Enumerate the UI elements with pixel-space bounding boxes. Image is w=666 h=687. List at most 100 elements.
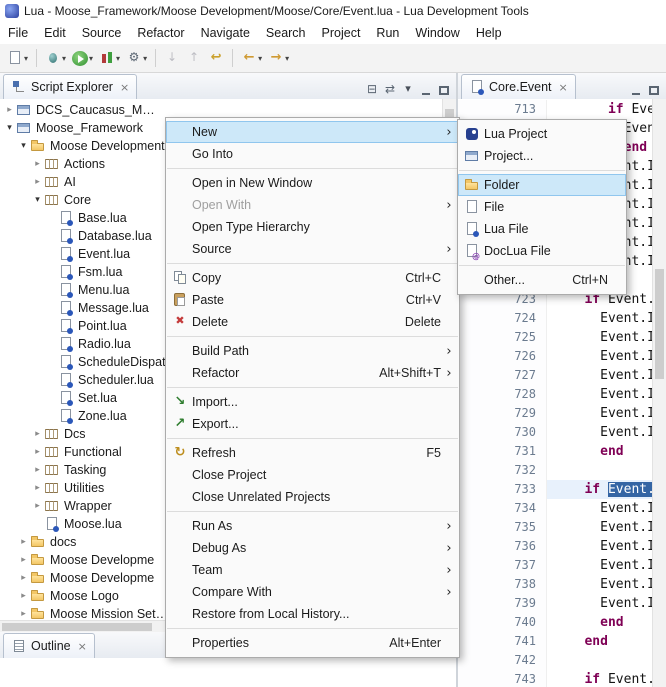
collapsed-arrow-icon[interactable]: ▸ (3, 105, 16, 115)
tree-item[interactable]: ▸Tasking (0, 461, 183, 479)
menu-item-other[interactable]: Other...Ctrl+N (458, 269, 626, 291)
menu-item-run-as[interactable]: Run As› (166, 515, 459, 537)
menubar-item-window[interactable]: Window (407, 24, 467, 42)
menu-item-doclua-file[interactable]: DocLua File (458, 240, 626, 262)
scrollbar-thumb[interactable] (655, 269, 664, 379)
tree-item[interactable]: ▸Moose Developme (0, 569, 169, 587)
menu-item-go-into[interactable]: Go Into (166, 143, 459, 165)
menu-item-open-in-new-window[interactable]: Open in New Window (166, 172, 459, 194)
menu-item-copy[interactable]: CopyCtrl+C (166, 267, 459, 289)
menu-item-refactor[interactable]: RefactorAlt+Shift+T› (166, 362, 459, 384)
minimize-button[interactable] (627, 81, 645, 99)
collapsed-arrow-icon[interactable]: ▸ (31, 177, 44, 187)
tree-item[interactable]: ▸Functional (0, 443, 183, 461)
code-line[interactable]: 739 Event.Ini (458, 594, 666, 613)
collapsed-arrow-icon[interactable]: ▸ (17, 591, 30, 601)
menubar-item-file[interactable]: File (0, 24, 36, 42)
close-icon[interactable] (78, 640, 87, 653)
external-tools-button-dropdown[interactable]: ▾ (143, 54, 147, 63)
menu-item-lua-project[interactable]: Lua Project (458, 123, 626, 145)
menu-item-build-path[interactable]: Build Path› (166, 340, 459, 362)
menubar-item-edit[interactable]: Edit (36, 24, 74, 42)
collapsed-arrow-icon[interactable]: ▸ (31, 447, 44, 457)
tree-item[interactable]: ▸Dcs (0, 425, 183, 443)
menu-item-source[interactable]: Source› (166, 238, 459, 260)
expanded-arrow-icon[interactable]: ▾ (17, 141, 30, 151)
menu-item-close-unrelated-projects[interactable]: Close Unrelated Projects (166, 486, 459, 508)
new-wizard-button-dropdown[interactable]: ▾ (24, 54, 28, 63)
menubar-item-run[interactable]: Run (368, 24, 407, 42)
collapsed-arrow-icon[interactable]: ▸ (17, 537, 30, 547)
last-edit-location-button[interactable] (206, 49, 226, 67)
run-button-dropdown[interactable]: ▾ (89, 54, 93, 63)
tree-item[interactable]: ▸Wrapper (0, 497, 183, 515)
tree-item[interactable]: ▾Core (0, 191, 183, 209)
code-line[interactable]: 742 (458, 651, 666, 670)
minimize-button[interactable] (417, 81, 435, 99)
menubar-item-search[interactable]: Search (258, 24, 314, 42)
debug-button-dropdown[interactable]: ▾ (62, 54, 66, 63)
tree-item[interactable]: ▸AI (0, 173, 183, 191)
code-line[interactable]: 728 Event.Ini (458, 385, 666, 404)
link-with-editor-button[interactable] (381, 81, 399, 99)
code-line[interactable]: 727 Event.Ini (458, 366, 666, 385)
maximize-button[interactable] (435, 81, 453, 99)
code-line[interactable]: 729 Event.Ini (458, 404, 666, 423)
close-icon[interactable] (120, 81, 129, 94)
code-line[interactable]: 713 if Event (458, 100, 666, 119)
menu-item-debug-as[interactable]: Debug As› (166, 537, 459, 559)
menubar-item-source[interactable]: Source (74, 24, 130, 42)
code-line[interactable]: 726 Event.Ini (458, 347, 666, 366)
menu-item-restore-from-local-history[interactable]: Restore from Local History... (166, 603, 459, 625)
tab-core-event[interactable]: Core.Event (461, 74, 576, 99)
coverage-button-dropdown[interactable]: ▾ (116, 54, 120, 63)
run-button[interactable]: ▾ (70, 50, 95, 67)
menu-item-properties[interactable]: PropertiesAlt+Enter (166, 632, 459, 654)
menu-item-import[interactable]: Import... (166, 391, 459, 413)
code-line[interactable]: 734 Event.Ini (458, 499, 666, 518)
collapsed-arrow-icon[interactable]: ▸ (17, 573, 30, 583)
menu-item-team[interactable]: Team› (166, 559, 459, 581)
menu-item-compare-with[interactable]: Compare With› (166, 581, 459, 603)
code-line[interactable]: 732 (458, 461, 666, 480)
tree-item[interactable]: ▾Moose_Framework (0, 119, 155, 137)
menu-item-export[interactable]: Export... (166, 413, 459, 435)
code-line[interactable]: 731 end (458, 442, 666, 461)
menu-item-open-type-hierarchy[interactable]: Open Type Hierarchy (166, 216, 459, 238)
collapsed-arrow-icon[interactable]: ▸ (17, 609, 30, 619)
view-menu-button[interactable] (399, 81, 417, 99)
maximize-button[interactable] (645, 81, 663, 99)
code-line[interactable]: 733 if Event.Ini (458, 480, 666, 499)
scrollbar-thumb[interactable] (2, 623, 152, 631)
tab-outline[interactable]: Outline (3, 633, 95, 658)
menu-item-refresh[interactable]: RefreshF5 (166, 442, 459, 464)
collapsed-arrow-icon[interactable]: ▸ (31, 429, 44, 439)
menu-item-paste[interactable]: PasteCtrl+V (166, 289, 459, 311)
back-button-dropdown[interactable]: ▾ (258, 54, 262, 63)
tree-item[interactable]: ▸DCS_Caucasus_Missio (0, 101, 155, 119)
collapsed-arrow-icon[interactable]: ▸ (31, 159, 44, 169)
editor-vertical-scrollbar[interactable] (652, 99, 666, 687)
code-line[interactable]: 735 Event.Ini (458, 518, 666, 537)
menu-item-lua-file[interactable]: Lua File (458, 218, 626, 240)
menubar-item-help[interactable]: Help (468, 24, 510, 42)
code-line[interactable]: 740 end (458, 613, 666, 632)
tree-item[interactable]: ▾Moose Development (0, 137, 169, 155)
collapse-all-button[interactable] (363, 81, 381, 99)
coverage-button[interactable]: ▾ (97, 49, 122, 67)
new-wizard-button[interactable]: ▾ (5, 49, 30, 67)
forward-button-dropdown[interactable]: ▾ (285, 54, 289, 63)
tree-item[interactable]: ▸Moose Developme (0, 551, 169, 569)
tree-item[interactable]: ▸Utilities (0, 479, 183, 497)
code-line[interactable]: 741 end (458, 632, 666, 651)
tree-item[interactable]: ▸Actions (0, 155, 183, 173)
collapsed-arrow-icon[interactable]: ▸ (17, 555, 30, 565)
menu-item-folder[interactable]: Folder (458, 174, 626, 196)
menubar-item-navigate[interactable]: Navigate (193, 24, 258, 42)
collapsed-arrow-icon[interactable]: ▸ (31, 501, 44, 511)
expanded-arrow-icon[interactable]: ▾ (3, 123, 16, 133)
collapsed-arrow-icon[interactable]: ▸ (31, 483, 44, 493)
tab-script-explorer[interactable]: Script Explorer (3, 74, 137, 99)
close-icon[interactable] (559, 81, 568, 94)
tree-item[interactable]: Moose.lua (0, 515, 183, 533)
